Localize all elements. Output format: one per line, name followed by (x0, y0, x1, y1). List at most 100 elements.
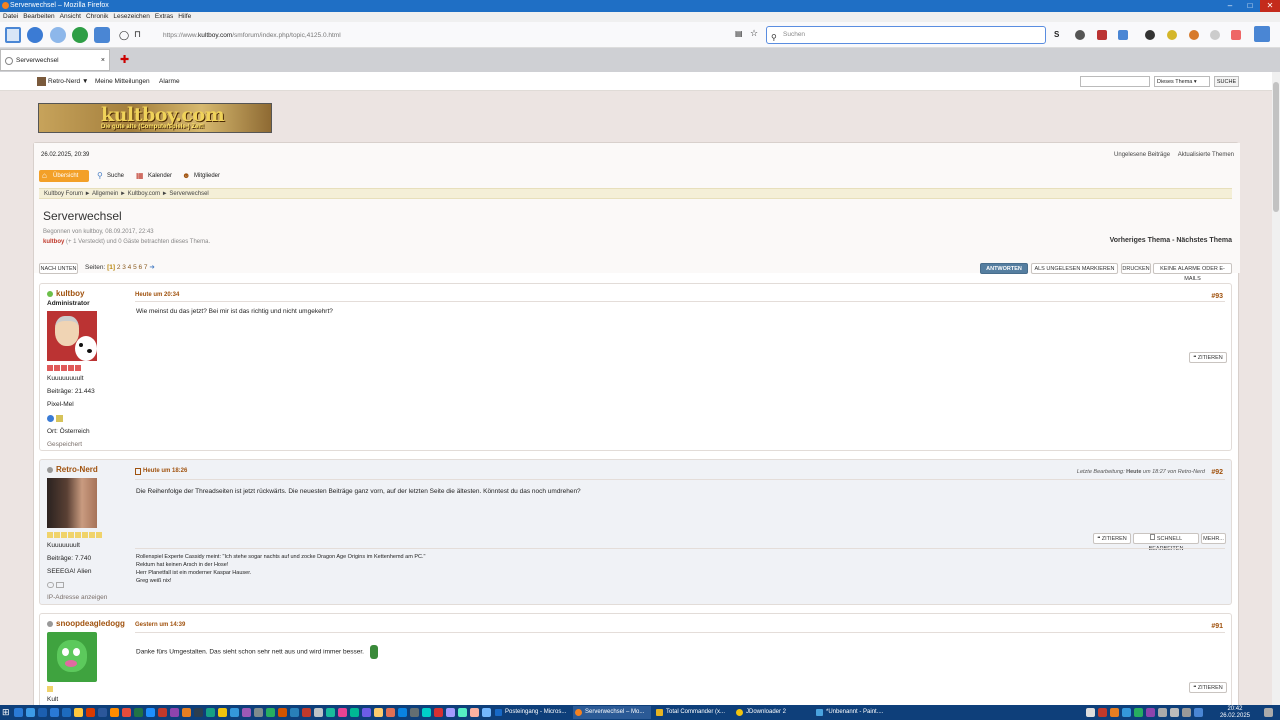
taskbar-pin-36-icon[interactable] (434, 708, 443, 717)
extension-red-icon[interactable] (1097, 30, 1107, 40)
menu-datei[interactable]: Datei (3, 12, 18, 22)
extension-cube-icon[interactable] (1231, 30, 1241, 40)
menu-members-button[interactable]: ☻ Mitglieder (182, 170, 220, 182)
menu-lesezeichen[interactable]: Lesezeichen (113, 12, 150, 22)
unread-posts-link[interactable]: Ungelesene Beiträge (1114, 152, 1170, 158)
post-time[interactable]: Heute um 18:26 (135, 468, 187, 475)
taskbar-pin-6-icon[interactable] (74, 708, 83, 717)
extension-shield-icon[interactable] (1075, 30, 1085, 40)
breadcrumb[interactable]: Kultboy Forum ► Allgemein ► Kultboy.com … (39, 188, 1232, 199)
tray-icon-1[interactable] (1086, 708, 1095, 717)
url-bar[interactable]: https://www.kultboy.com/smforum/index.ph… (147, 27, 762, 44)
forward-icon[interactable] (50, 27, 66, 43)
taskbar-pin-10-icon[interactable] (122, 708, 131, 717)
menu-chronik[interactable]: Chronik (86, 12, 108, 22)
tray-icon-4[interactable] (1122, 708, 1131, 717)
reload-icon[interactable] (72, 27, 88, 43)
extension-badge-icon[interactable] (1118, 30, 1128, 40)
poster-name-link[interactable]: Retro-Nerd (47, 465, 127, 474)
post-number[interactable]: #93 (1211, 293, 1223, 300)
forum-search-button[interactable]: SUCHE (1214, 76, 1239, 87)
taskbar-pin-20-icon[interactable] (242, 708, 251, 717)
taskbar-pin-19-icon[interactable] (230, 708, 239, 717)
quick-edit-button[interactable]: SCHNELL BEARBEITEN (1133, 533, 1199, 552)
extension-s-icon[interactable]: S (1054, 30, 1064, 40)
post-number[interactable]: #91 (1211, 623, 1223, 630)
keyboard-icon[interactable] (1182, 708, 1191, 717)
task-firefox[interactable]: Serverwechsel – Mo... (573, 706, 651, 719)
taskbar-pin-25-icon[interactable] (302, 708, 311, 717)
menu-extras[interactable]: Extras (155, 12, 173, 22)
go-down-button[interactable]: NACH UNTEN (39, 263, 78, 274)
taskbar-pin-14-icon[interactable] (170, 708, 179, 717)
start-button-icon[interactable]: ⊞ (2, 707, 12, 718)
quote-button[interactable]: ❝ ZITIEREN (1189, 352, 1227, 363)
prev-next-topic-links[interactable]: Vorheriges Thema - Nächstes Thema (1110, 237, 1232, 244)
sidebar-icon[interactable] (5, 27, 21, 43)
taskbar-pin-31-icon[interactable] (374, 708, 383, 717)
taskbar-pin-33-icon[interactable] (398, 708, 407, 717)
alerts-link[interactable]: Alarme (159, 72, 180, 91)
forum-search-input[interactable] (1080, 76, 1150, 87)
post-time[interactable]: Gestern um 14:39 (135, 622, 185, 628)
updated-topics-link[interactable]: Aktualisierte Themen (1178, 152, 1234, 158)
taskbar-pin-2-icon[interactable] (26, 708, 35, 717)
search-field[interactable]: ⚲ Suchen (766, 26, 1046, 44)
maximize-button[interactable]: □ (1240, 0, 1260, 12)
taskbar-clock[interactable]: 20:42 26.02.2025 (1220, 706, 1250, 719)
extension-dark-icon[interactable] (1145, 30, 1155, 40)
menu-ansicht[interactable]: Ansicht (60, 12, 81, 22)
home-icon[interactable] (94, 27, 110, 43)
scrollbar-thumb[interactable] (1273, 82, 1279, 212)
extension-yellow-icon[interactable] (1167, 30, 1177, 40)
tab-close-icon[interactable]: × (101, 50, 105, 72)
taskbar-pin-9-icon[interactable] (110, 708, 119, 717)
close-window-button[interactable]: ✕ (1260, 0, 1280, 12)
no-alerts-button[interactable]: KEINE ALARME ODER E-MAILS (1153, 263, 1232, 282)
tray-icon-2[interactable] (1098, 708, 1107, 717)
taskbar-pin-17-icon[interactable] (206, 708, 215, 717)
next-page-arrow-icon[interactable]: ➜ (149, 264, 154, 271)
shield-icon[interactable]: ◯ (119, 30, 129, 41)
taskbar-pin-35-icon[interactable] (422, 708, 431, 717)
new-tab-icon[interactable]: ✚ (120, 53, 129, 66)
taskbar-pin-18-icon[interactable] (218, 708, 227, 717)
taskbar-pin-32-icon[interactable] (386, 708, 395, 717)
taskbar-pin-37-icon[interactable] (446, 708, 455, 717)
menu-overview-button[interactable]: ⌂ Übersicht (39, 170, 89, 182)
bookmark-star-icon[interactable]: ☆ (750, 28, 758, 39)
page-number-links[interactable]: 2 3 4 5 6 7 (117, 264, 148, 271)
page-scrollbar[interactable] (1272, 72, 1280, 705)
taskbar-pin-8-icon[interactable] (98, 708, 107, 717)
poster-name-link[interactable]: snoopdeagledogg (47, 619, 127, 628)
notification-icon[interactable] (1264, 708, 1273, 717)
tray-icon-3[interactable] (1110, 708, 1119, 717)
viewer-name-link[interactable]: kultboy (43, 239, 64, 245)
menu-hamburger-icon[interactable] (1254, 26, 1270, 42)
show-ip-link[interactable]: IP-Adresse anzeigen (47, 594, 127, 601)
user-menu[interactable]: Retro-Nerd ▼ (48, 72, 88, 91)
tab-serverwechsel[interactable]: Serverwechsel × (0, 49, 110, 71)
back-icon[interactable] (27, 27, 43, 43)
taskbar-pin-16-icon[interactable] (194, 708, 203, 717)
taskbar-pin-12-icon[interactable] (146, 708, 155, 717)
taskbar-pin-34-icon[interactable] (410, 708, 419, 717)
taskbar-pin-1-icon[interactable] (14, 708, 23, 717)
taskbar-pin-3-icon[interactable] (38, 708, 47, 717)
quote-button[interactable]: ❝ ZITIEREN (1189, 682, 1227, 693)
quote-button[interactable]: ❝ ZITIEREN (1093, 533, 1131, 544)
network-icon[interactable] (1158, 708, 1167, 717)
volume-icon[interactable] (1170, 708, 1179, 717)
post-time[interactable]: Heute um 20:34 (135, 292, 179, 298)
taskbar-pin-29-icon[interactable] (350, 708, 359, 717)
reader-view-icon[interactable]: ▤ (735, 29, 743, 38)
shield-tray-icon[interactable] (1194, 708, 1203, 717)
taskbar-pin-39-icon[interactable] (470, 708, 479, 717)
mark-unread-button[interactable]: ALS UNGELESEN MARKIEREN (1031, 263, 1118, 274)
poster-name-link[interactable]: kultboy (47, 289, 127, 298)
taskbar-pin-15-icon[interactable] (182, 708, 191, 717)
task-paint[interactable]: *Unbenannt - Paint.... (814, 706, 892, 719)
extension-grey-icon[interactable] (1210, 30, 1220, 40)
site-banner[interactable]: kultboy.com Die gute alte (Computerspiel… (38, 103, 272, 133)
my-messages-link[interactable]: Meine Mitteilungen (95, 72, 150, 91)
